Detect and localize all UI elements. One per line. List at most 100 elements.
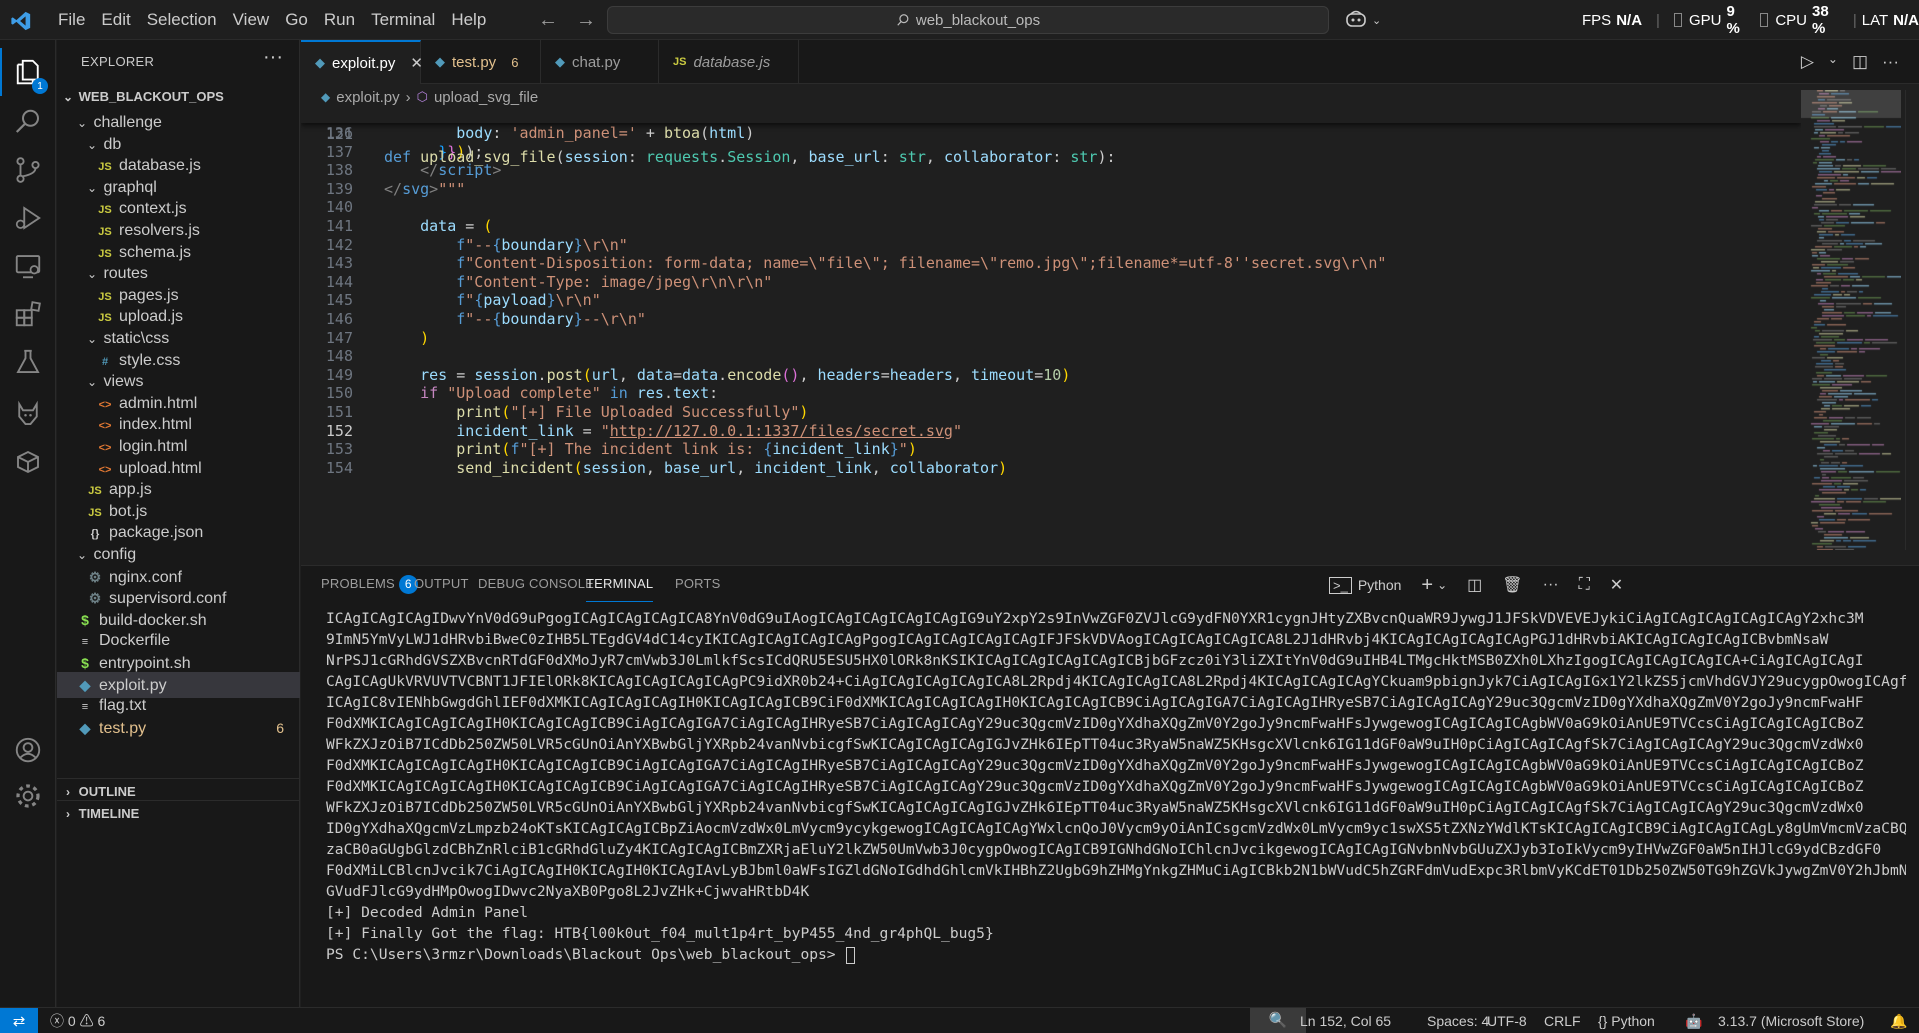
- problems-status[interactable]: ⓧ 0 ⚠ 6: [50, 1008, 105, 1033]
- tree-label: exploit.py: [99, 676, 167, 694]
- containers-icon[interactable]: [0, 438, 56, 486]
- copilot-status-icon[interactable]: 🤖: [1685, 1008, 1702, 1033]
- language-mode[interactable]: {} Python: [1598, 1008, 1655, 1033]
- python-interpreter[interactable]: 3.13.7 (Microsoft Store): [1718, 1008, 1864, 1033]
- terminal-line: ID0gYXdhaXQgcmVzLmpzb24oKTsKICAgICAgICBp…: [326, 820, 1906, 837]
- menu-view[interactable]: View: [225, 0, 278, 40]
- breadcrumb-symbol[interactable]: upload_svg_file: [434, 89, 538, 106]
- zoom-icon: 🔍: [1268, 1012, 1288, 1029]
- tab-exploit-py[interactable]: ◆ exploit.py ✕: [301, 40, 423, 84]
- tree-label: database.js: [119, 157, 201, 175]
- terminal-line: [+] Finally Got the flag: HTB{l00k0ut_f0…: [326, 925, 994, 942]
- editor-scrollbar[interactable]: [1905, 90, 1919, 550]
- braces-icon: {}: [1598, 1013, 1608, 1029]
- menu-terminal[interactable]: Terminal: [363, 0, 443, 40]
- fps-readout: FPS N/A: [1582, 11, 1643, 29]
- remote-explorer-icon[interactable]: [0, 242, 56, 290]
- terminal-line: ICAgICAgICAgIDwvYnV0dG9uPgogICAgICAgICAg…: [326, 610, 1864, 627]
- menu-selection[interactable]: Selection: [139, 0, 225, 40]
- dog-mascot-icon[interactable]: [0, 386, 56, 442]
- title-bar: File Edit Selection View Go Run Terminal…: [0, 0, 1919, 40]
- tab-output[interactable]: OUTPUT: [414, 566, 469, 602]
- tab-chat-py[interactable]: ◆ chat.py: [541, 40, 659, 84]
- panel-actions: >_ Python + ⌄ ◫ 🗑 ··· ⛶ ✕: [1329, 572, 1623, 598]
- gpu-readout: GPU 9 %: [1673, 3, 1746, 37]
- maximize-panel-icon[interactable]: ⛶: [1579, 576, 1590, 594]
- sticky-scroll-line[interactable]: 121 def upload_svg_file(session: request…: [301, 108, 1801, 166]
- more-actions-icon[interactable]: ···: [263, 46, 283, 69]
- tree-label: style.css: [119, 351, 181, 369]
- chevron-down-icon[interactable]: ⌄: [1372, 15, 1381, 27]
- chevron-down-icon[interactable]: ⌄: [1828, 52, 1838, 72]
- back-arrow-icon[interactable]: ←: [538, 9, 558, 32]
- timeline-section[interactable]: › TIMELINE: [57, 801, 300, 827]
- menu-help[interactable]: Help: [443, 0, 494, 40]
- zoom-indicator[interactable]: 🔍: [1250, 1008, 1306, 1033]
- method-symbol-icon: ⬡: [416, 89, 428, 104]
- close-icon[interactable]: ✕: [1610, 575, 1623, 595]
- line-endings[interactable]: CRLF: [1544, 1008, 1581, 1033]
- menu-edit[interactable]: Edit: [93, 0, 138, 40]
- terminal-line: NrPSJ1cGRhdGVSZXBvcnRTdGF0dXMoJyR7cmVwb3…: [326, 652, 1864, 669]
- tab-terminal[interactable]: TERMINAL: [586, 566, 654, 602]
- extensions-icon[interactable]: [0, 290, 56, 338]
- tree-label: views: [103, 373, 144, 391]
- tree-label: package.json: [109, 524, 204, 542]
- account-icon[interactable]: [0, 726, 56, 774]
- tree-label: graphql: [103, 178, 157, 196]
- code-text: send_incident(session, base_url, inciden…: [456, 458, 1008, 477]
- terminal-cursor: [846, 946, 856, 964]
- forward-arrow-icon[interactable]: →: [576, 9, 596, 32]
- more-actions-icon[interactable]: ···: [1543, 576, 1559, 594]
- remote-indicator-icon[interactable]: ⇄: [0, 1008, 38, 1033]
- menu-run[interactable]: Run: [316, 0, 363, 40]
- new-terminal-plus-icon[interactable]: +: [1421, 574, 1433, 597]
- chevron-right-icon: ›: [405, 88, 411, 106]
- py-file-icon: ◆: [79, 719, 91, 736]
- terminal-output[interactable]: ICAgICAgICAgIDwvYnV0dG9uPgogICAgICAgICAg…: [326, 608, 1906, 1003]
- tab-test-py[interactable]: ◆ test.py 6: [421, 40, 541, 84]
- tree-label: schema.js: [119, 243, 192, 261]
- search-activity-icon[interactable]: [0, 98, 56, 146]
- tree-root-folder[interactable]: ⌄ WEB_BLACKOUT_OPS: [57, 84, 300, 110]
- cpu-readout: CPU 38 %: [1760, 3, 1839, 37]
- tab-problems[interactable]: PROBLEMS 6: [321, 566, 418, 602]
- tree-label: nginx.conf: [109, 568, 182, 586]
- breadcrumb-file[interactable]: exploit.py: [336, 89, 399, 106]
- command-center-search[interactable]: web_blackout_ops: [607, 6, 1329, 34]
- problem-count-badge: 6: [276, 719, 284, 736]
- indentation[interactable]: Spaces: 4: [1427, 1008, 1489, 1033]
- run-debug-icon[interactable]: [0, 194, 56, 242]
- terminal-shell-selector[interactable]: >_ Python: [1329, 576, 1401, 594]
- terminal-line: 9ImN5YmVyLWJ1dHRvbiBweC0zIHB5LTEgdGV4dC1…: [326, 631, 1829, 648]
- notifications-bell-icon[interactable]: 🔔: [1890, 1008, 1907, 1033]
- run-file-icon[interactable]: ▷: [1801, 52, 1814, 72]
- line-number: 154: [325, 458, 353, 477]
- testing-flask-icon[interactable]: [0, 338, 56, 386]
- menu-bar: File Edit Selection View Go Run Terminal…: [50, 0, 494, 40]
- chevron-down-icon[interactable]: ⌄: [1437, 578, 1447, 592]
- split-terminal-icon[interactable]: ◫: [1467, 575, 1482, 595]
- menu-file[interactable]: File: [50, 0, 93, 40]
- tab-database-js[interactable]: JS database.js: [659, 40, 799, 84]
- copilot-icon[interactable]: ⌄: [1345, 9, 1381, 34]
- tree-label: entrypoint.sh: [99, 655, 191, 672]
- source-control-icon[interactable]: [0, 146, 56, 194]
- menu-go[interactable]: Go: [277, 0, 316, 40]
- tree-file[interactable]: ◆ test.py 6: [57, 715, 300, 741]
- terminal-line: GVudFJlcG9ydHMpOwogIDwvc2NyaXB0Pgo8L2JvZ…: [326, 883, 810, 900]
- code-line[interactable]: 154 send_incident(session, base_url, inc…: [301, 457, 1801, 480]
- error-icon: ⓧ: [50, 1013, 64, 1029]
- minimap[interactable]: [1801, 90, 1901, 550]
- code-editor[interactable]: 121 def upload_svg_file(session: request…: [301, 108, 1801, 565]
- encoding[interactable]: UTF-8: [1487, 1008, 1527, 1033]
- explorer-activity-icon[interactable]: 1: [0, 48, 56, 96]
- more-actions-icon[interactable]: ···: [1882, 52, 1899, 72]
- split-editor-icon[interactable]: ◫: [1852, 52, 1868, 72]
- settings-gear-icon[interactable]: [0, 772, 56, 820]
- breadcrumb: ◆ exploit.py › ⬡ upload_svg_file: [321, 86, 538, 108]
- trash-icon[interactable]: 🗑: [1502, 575, 1522, 595]
- tab-debug-console[interactable]: DEBUG CONSOLE: [478, 566, 594, 602]
- tab-ports[interactable]: PORTS: [675, 566, 721, 602]
- cursor-position[interactable]: Ln 152, Col 65: [1300, 1008, 1391, 1033]
